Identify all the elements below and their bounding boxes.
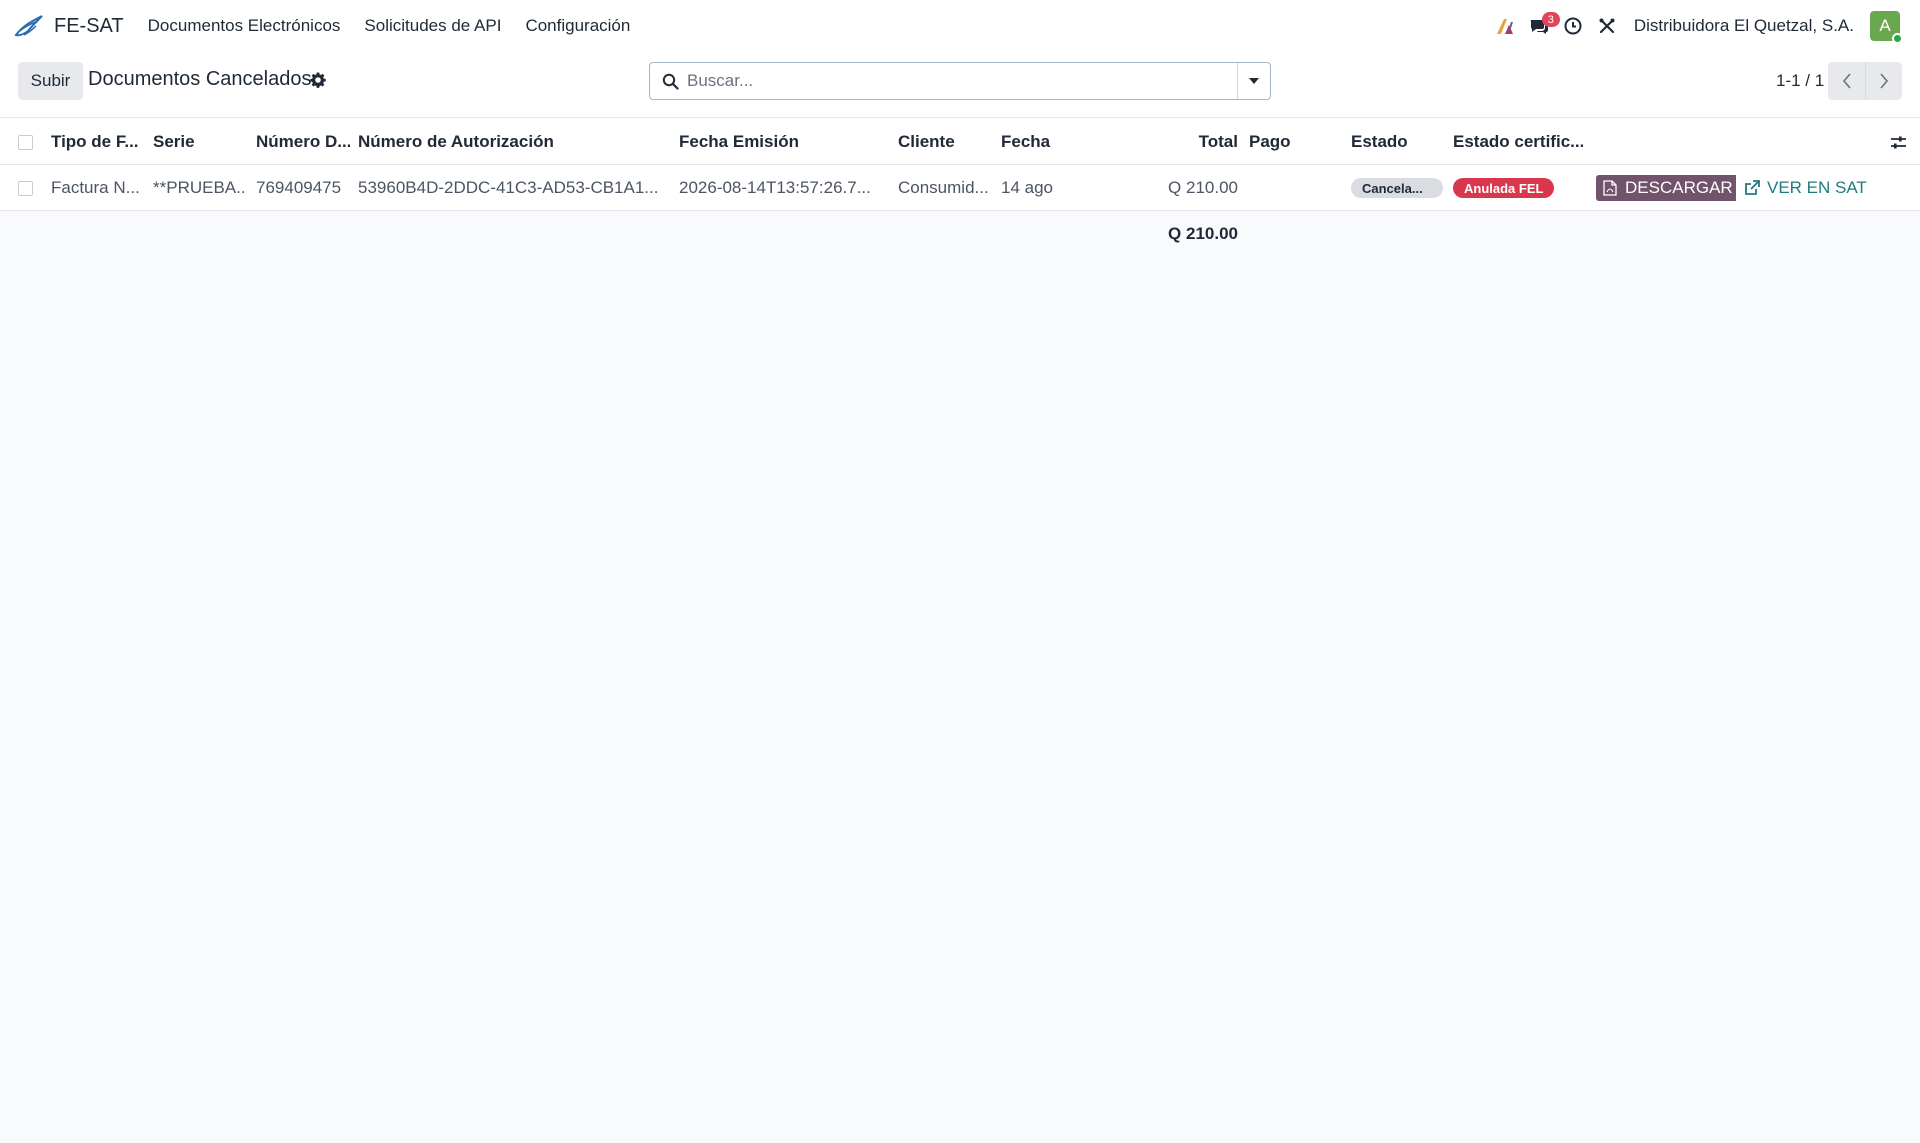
avatar-letter: A	[1879, 16, 1891, 35]
cell-cliente: Consumid...	[898, 178, 989, 197]
search-options-toggle[interactable]	[1237, 63, 1270, 99]
search-bar	[649, 62, 1271, 100]
cell-estado: Cancela...	[1351, 165, 1446, 211]
pager-next-button[interactable]	[1865, 62, 1902, 100]
pager-previous-button[interactable]	[1828, 62, 1865, 100]
chevron-left-icon	[1842, 73, 1851, 89]
download-button[interactable]: DESCARGAR	[1596, 175, 1736, 201]
view-in-sat-label: VER EN SAT	[1767, 178, 1867, 197]
navbar-systray: 3 Distribuidora El Quetzal, S.A. A	[1488, 0, 1903, 52]
download-button-label: DESCARGAR	[1625, 178, 1733, 197]
ai-assistant-icon[interactable]	[1488, 0, 1522, 52]
caret-down-icon	[1249, 78, 1259, 84]
column-header-fecha-emision[interactable]: Fecha Emisión	[679, 119, 879, 165]
pager-value[interactable]: 1-1 / 1	[1776, 71, 1824, 91]
column-header-autorizacion[interactable]: Número de Autorización	[358, 119, 658, 165]
app-brand[interactable]: FE-SAT	[14, 13, 124, 39]
pdf-file-icon	[1603, 180, 1617, 196]
table-row[interactable]: Factura N... **PRUEBA... 769409475 53960…	[0, 165, 1920, 211]
cell-pago	[1249, 165, 1339, 211]
debug-tools-icon[interactable]	[1590, 0, 1624, 52]
control-panel: Subir Documentos Cancelados 1-1 / 1	[0, 52, 1920, 118]
column-header-tipo[interactable]: Tipo de F...	[51, 119, 145, 165]
documents-list: Tipo de F... Serie Número D... Número de…	[0, 119, 1920, 257]
quetzal-logo-icon	[14, 15, 43, 37]
row-select-cell	[18, 165, 38, 211]
menu-solicitudes-api[interactable]: Solicitudes de API	[352, 16, 513, 36]
cell-total: Q 210.00	[1168, 178, 1238, 197]
certification-status-badge: Anulada FEL	[1453, 178, 1555, 198]
search-icon	[662, 73, 679, 90]
cell-tipo: Factura N...	[51, 178, 140, 197]
select-all-checkbox[interactable]	[18, 134, 33, 150]
cell-serie: **PRUEBA...	[153, 178, 247, 197]
top-navbar: FE-SAT Documentos Electrónicos Solicitud…	[0, 0, 1920, 52]
row-checkbox[interactable]	[18, 180, 33, 196]
view-in-sat-link[interactable]: VER EN SAT	[1744, 178, 1867, 198]
column-header-pago[interactable]: Pago	[1249, 119, 1339, 165]
external-link-icon	[1745, 180, 1760, 195]
cell-autorizacion: 53960B4D-2DDC-41C3-AD53-CB1A1...	[358, 178, 659, 197]
cell-fecha-emision: 2026-08-14T13:57:26.7...	[679, 178, 871, 197]
status-badge: Cancela...	[1351, 178, 1443, 198]
cell-fecha: 14 ago	[1001, 178, 1053, 197]
online-status-dot	[1892, 33, 1903, 44]
column-header-cliente[interactable]: Cliente	[898, 119, 988, 165]
cell-estado-certificacion: Anulada FEL	[1453, 165, 1583, 211]
column-header-estado-certificacion[interactable]: Estado certific...	[1453, 119, 1583, 165]
chevron-right-icon	[1880, 73, 1889, 89]
cell-download: DESCARGAR	[1596, 165, 1736, 211]
column-header-fecha[interactable]: Fecha	[1001, 119, 1091, 165]
activity-clock-icon[interactable]	[1556, 0, 1590, 52]
cell-numero: 769409475	[256, 178, 342, 197]
sum-total: Q 210.00	[1168, 224, 1238, 243]
menu-configuracion[interactable]: Configuración	[513, 16, 642, 36]
table-footer-totals: Q 210.00	[0, 211, 1920, 257]
select-all-cell	[18, 119, 38, 165]
table-header: Tipo de F... Serie Número D... Número de…	[0, 119, 1920, 165]
column-header-total[interactable]: Total	[1100, 119, 1238, 165]
optional-columns-toggle[interactable]	[1890, 119, 1910, 165]
upload-button[interactable]: Subir	[18, 62, 83, 100]
column-header-serie[interactable]: Serie	[153, 119, 247, 165]
menu-documentos-electronicos[interactable]: Documentos Electrónicos	[136, 16, 353, 36]
gear-icon[interactable]	[310, 72, 326, 88]
messages-icon[interactable]: 3	[1522, 0, 1560, 52]
sliders-icon	[1891, 136, 1906, 148]
column-header-estado[interactable]: Estado	[1351, 119, 1441, 165]
app-name: FE-SAT	[54, 14, 124, 37]
search-input[interactable]	[687, 64, 1237, 98]
user-avatar[interactable]: A	[1870, 11, 1903, 44]
page-title: Documentos Cancelados	[88, 68, 312, 90]
column-header-numero[interactable]: Número D...	[256, 119, 350, 165]
main-menu: Documentos Electrónicos Solicitudes de A…	[136, 16, 643, 36]
company-switcher[interactable]: Distribuidora El Quetzal, S.A.	[1634, 16, 1854, 36]
cell-view-sat: VER EN SAT	[1744, 165, 1884, 211]
